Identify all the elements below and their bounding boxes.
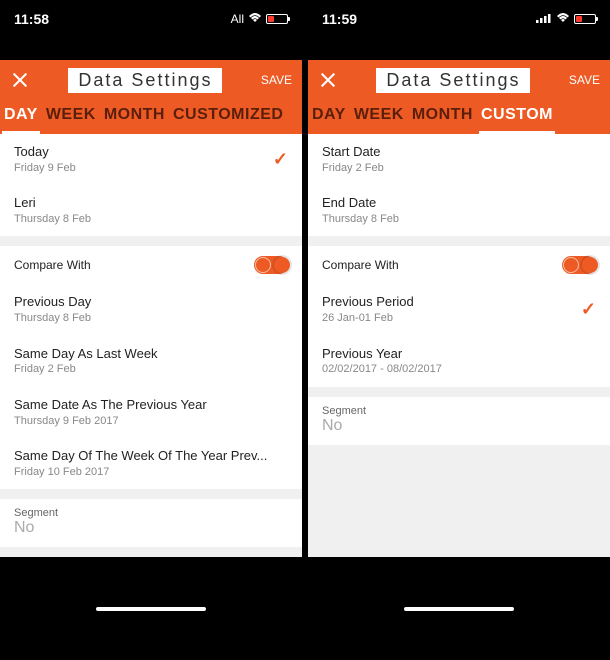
option-title: Same Day As Last Week [14, 346, 288, 363]
bottom-area [308, 557, 610, 617]
save-button[interactable]: SAVE [261, 73, 292, 87]
compare-option[interactable]: Previous Year 02/02/2017 - 08/02/2017 [308, 336, 610, 387]
option-sub: 02/02/2017 - 08/02/2017 [322, 362, 596, 376]
header: Data Settings SAVE [308, 60, 610, 100]
compare-option[interactable]: Previous Day Thursday 8 Feb [0, 284, 302, 335]
tab-customized[interactable]: CUSTOMIZED [169, 100, 287, 134]
content: Start Date Friday 2 Feb End Date Thursda… [308, 134, 610, 557]
wifi-icon [556, 12, 570, 26]
header: Data Settings SAVE [0, 60, 302, 100]
compare-with-row: Compare With [308, 246, 610, 284]
segment-value: No [322, 417, 596, 435]
option-sub: Thursday 9 Feb 2017 [14, 414, 288, 428]
option-yesterday[interactable]: Leri Thursday 8 Feb [0, 185, 302, 236]
tab-day[interactable]: DAY [0, 100, 42, 134]
compare-label: Compare With [322, 258, 562, 272]
close-icon[interactable] [318, 70, 338, 90]
option-sub: Friday 9 Feb [14, 161, 273, 175]
option-title: Previous Day [14, 294, 288, 311]
home-indicator[interactable] [96, 607, 206, 611]
status-icons [536, 12, 596, 26]
tab-customized[interactable]: CUSTOM [477, 100, 557, 134]
status-bar: 11:59 [308, 0, 610, 38]
header-title-wrap: Data Settings [30, 68, 261, 93]
save-button[interactable]: SAVE [569, 73, 600, 87]
status-bar: 11:58 All [0, 0, 302, 38]
signal-icon [536, 12, 552, 26]
tabs: DAY WEEK MONTH CUSTOM [308, 100, 610, 134]
compare-with-row: Compare With [0, 246, 302, 284]
row-sub: Thursday 8 Feb [322, 212, 596, 226]
option-title: Previous Period [322, 294, 581, 311]
battery-icon [266, 14, 288, 24]
tab-month[interactable]: MONTH [100, 100, 169, 134]
status-icons: All [231, 12, 288, 26]
segment-label: Segment [322, 405, 596, 417]
option-sub: Friday 2 Feb [14, 362, 288, 376]
option-sub: Friday 10 Feb 2017 [14, 465, 288, 479]
home-indicator[interactable] [404, 607, 514, 611]
header-title-wrap: Data Settings [338, 68, 569, 93]
compare-toggle[interactable] [562, 256, 596, 274]
compare-option[interactable]: Previous Period 26 Jan-01 Feb ✓ [308, 284, 610, 335]
segment-row[interactable]: Segment No [0, 499, 302, 547]
close-icon[interactable] [10, 70, 30, 90]
carrier-label: All [231, 12, 244, 26]
status-time: 11:58 [14, 11, 49, 27]
option-title: Today [14, 144, 273, 161]
segment-value: No [14, 519, 288, 537]
page-title: Data Settings [376, 68, 530, 93]
compare-option[interactable]: Same Date As The Previous Year Thursday … [0, 387, 302, 438]
tab-month[interactable]: MONTH [408, 100, 477, 134]
page-title: Data Settings [68, 68, 222, 93]
check-icon: ✓ [581, 299, 596, 320]
phone-right: 11:59 Data Settings SAVE DAY WEEK [308, 0, 610, 617]
compare-option[interactable]: Same Day Of The Week Of The Year Prev...… [0, 438, 302, 489]
tab-week[interactable]: WEEK [350, 100, 408, 134]
option-title: Same Day Of The Week Of The Year Prev... [14, 448, 288, 465]
content: Today Friday 9 Feb ✓ Leri Thursday 8 Feb… [0, 134, 302, 557]
compare-label: Compare With [14, 258, 254, 272]
option-sub: 26 Jan-01 Feb [322, 311, 581, 325]
option-sub: Thursday 8 Feb [14, 212, 288, 226]
tabs: DAY WEEK MONTH CUSTOMIZED [0, 100, 302, 134]
option-title: Leri [14, 195, 288, 212]
row-sub: Friday 2 Feb [322, 161, 596, 175]
compare-option[interactable]: Same Day As Last Week Friday 2 Feb [0, 336, 302, 387]
option-title: Same Date As The Previous Year [14, 397, 288, 414]
tab-week[interactable]: WEEK [42, 100, 100, 134]
battery-icon [574, 14, 596, 24]
segment-label: Segment [14, 507, 288, 519]
compare-toggle[interactable] [254, 256, 288, 274]
tab-day[interactable]: DAY [308, 100, 350, 134]
bottom-area [0, 557, 302, 617]
check-icon: ✓ [273, 149, 288, 170]
row-title: Start Date [322, 144, 596, 161]
option-title: Previous Year [322, 346, 596, 363]
wifi-icon [248, 12, 262, 26]
option-sub: Thursday 8 Feb [14, 311, 288, 325]
end-date-row[interactable]: End Date Thursday 8 Feb [308, 185, 610, 236]
phone-left: 11:58 All Data Settings SAVE DAY WEEK MO… [0, 0, 302, 617]
option-today[interactable]: Today Friday 9 Feb ✓ [0, 134, 302, 185]
row-title: End Date [322, 195, 596, 212]
status-time: 11:59 [322, 11, 357, 27]
start-date-row[interactable]: Start Date Friday 2 Feb [308, 134, 610, 185]
segment-row[interactable]: Segment No [308, 397, 610, 445]
